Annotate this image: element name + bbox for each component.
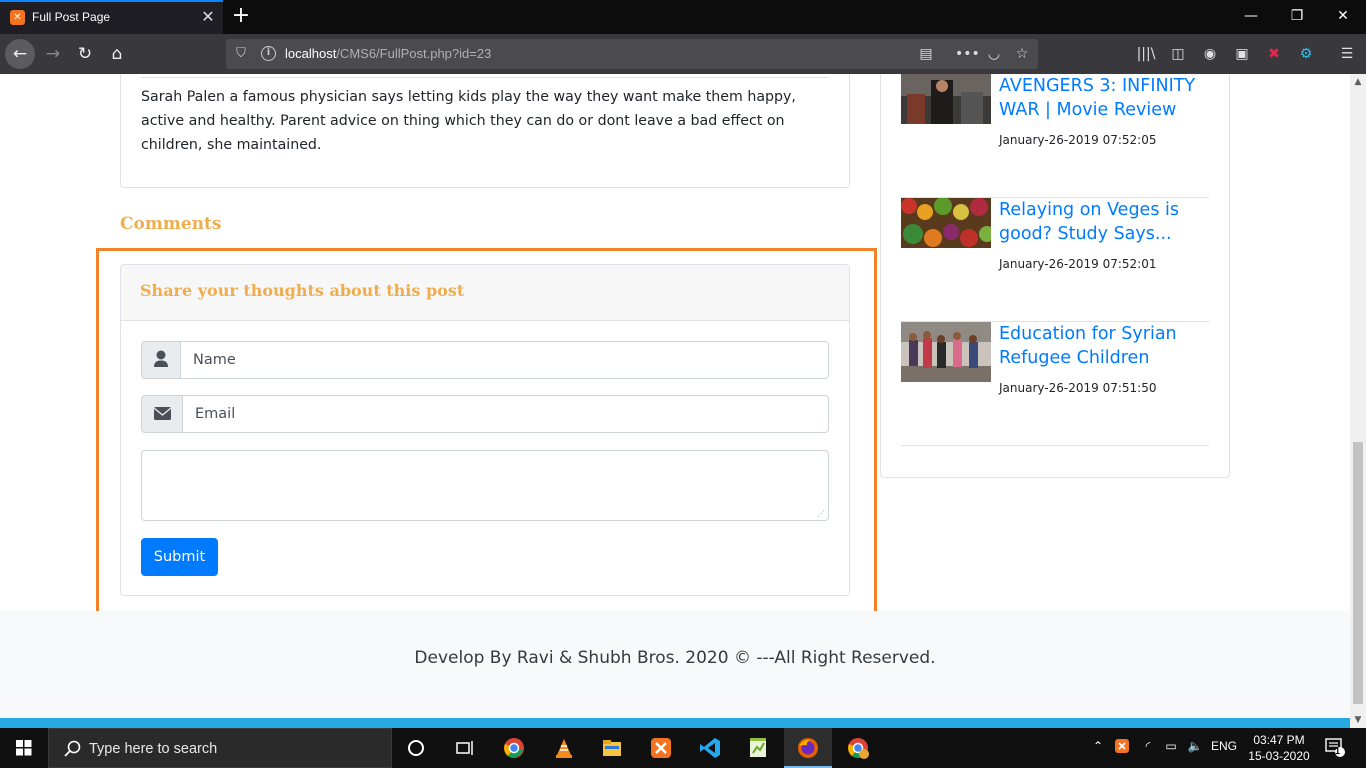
tray-xampp-icon[interactable] bbox=[1114, 739, 1130, 756]
extension-block-icon[interactable]: ✖ bbox=[1262, 44, 1286, 64]
scrollbar-thumb[interactable] bbox=[1353, 442, 1363, 704]
recent-post-item[interactable]: Education for Syrian Refugee Children Ja… bbox=[901, 322, 1209, 446]
refugee-children-thumbnail[interactable] bbox=[901, 322, 991, 382]
close-tab-icon[interactable]: ✕ bbox=[199, 7, 217, 27]
recent-post-title[interactable]: AVENGERS 3: INFINITY WAR | Movie Review bbox=[999, 74, 1209, 122]
vscode-icon[interactable] bbox=[686, 728, 734, 768]
back-arrow-icon[interactable]: ← bbox=[5, 39, 35, 69]
vegetables-thumbnail[interactable] bbox=[901, 198, 991, 248]
name-input-group bbox=[141, 341, 829, 379]
recent-post-date: January-26-2019 07:52:05 bbox=[999, 133, 1157, 147]
name-input[interactable] bbox=[180, 341, 829, 379]
windows-start-icon[interactable] bbox=[0, 728, 48, 768]
post-divider bbox=[141, 77, 829, 78]
menu-hamburger-icon[interactable]: ☰ bbox=[1335, 44, 1359, 64]
vlc-icon[interactable] bbox=[540, 728, 588, 768]
extension-camera-icon[interactable]: ▣ bbox=[1230, 44, 1254, 64]
tab-title: Full Post Page bbox=[32, 10, 111, 24]
comment-card-title: Share your thoughts about this post bbox=[140, 281, 465, 300]
wifi-icon[interactable]: ◜ bbox=[1139, 739, 1157, 753]
close-window-icon[interactable]: ✕ bbox=[1320, 0, 1366, 34]
chrome-icon[interactable] bbox=[490, 728, 538, 768]
notepad-plus-icon[interactable] bbox=[734, 728, 782, 768]
volume-icon[interactable]: 🔈 bbox=[1185, 739, 1205, 753]
footer-accent-bar bbox=[0, 718, 1350, 728]
file-explorer-icon[interactable] bbox=[588, 728, 636, 768]
new-tab-icon[interactable]: + bbox=[231, 3, 251, 29]
browser-toolbar: ← → ↻ ⌂ ⛉ i localhost/CMS6/FullPost.php?… bbox=[0, 34, 1366, 74]
comments-heading: Comments bbox=[120, 214, 222, 234]
language-indicator[interactable]: ENG bbox=[1209, 739, 1239, 753]
recent-post-item[interactable]: Relaying on Veges is good? Study Says...… bbox=[901, 198, 1209, 322]
post-card: Sarah Palen a famous physician says lett… bbox=[120, 74, 850, 188]
battery-icon[interactable]: ▭ bbox=[1161, 739, 1181, 753]
recent-post-title[interactable]: Education for Syrian Refugee Children bbox=[999, 322, 1209, 370]
account-icon[interactable]: ◉ bbox=[1198, 44, 1222, 64]
task-view-icon[interactable] bbox=[440, 728, 488, 768]
recent-post-date: January-26-2019 07:52:01 bbox=[999, 257, 1157, 271]
comment-textarea[interactable] bbox=[141, 450, 829, 521]
recent-posts-card: AVENGERS 3: INFINITY WAR | Movie Review … bbox=[880, 74, 1230, 478]
clock-date: 15-03-2020 bbox=[1248, 749, 1310, 763]
recent-post-item[interactable]: AVENGERS 3: INFINITY WAR | Movie Review … bbox=[901, 74, 1209, 198]
envelope-icon bbox=[141, 395, 183, 433]
scroll-up-arrow-icon[interactable]: ▲ bbox=[1350, 74, 1366, 90]
scroll-down-arrow-icon[interactable]: ▼ bbox=[1350, 712, 1366, 728]
page-actions-icon[interactable]: ••• bbox=[955, 44, 980, 64]
search-icon bbox=[64, 740, 81, 757]
address-bar[interactable]: ⛉ i localhost/CMS6/FullPost.php?id=23 ▤ … bbox=[226, 39, 1038, 69]
clock-time: 03:47 PM bbox=[1253, 733, 1305, 747]
taskbar-search-box[interactable]: Type here to search bbox=[48, 728, 392, 768]
pocket-icon[interactable]: ◡ bbox=[983, 44, 1005, 64]
tracking-shield-icon[interactable]: ⛉ bbox=[234, 45, 248, 63]
search-placeholder: Type here to search bbox=[89, 741, 218, 757]
email-input[interactable] bbox=[182, 395, 829, 433]
library-icon[interactable]: |||\ bbox=[1134, 44, 1158, 64]
sidebar-toggle-icon[interactable]: ◫ bbox=[1166, 44, 1190, 64]
taskbar-clock[interactable]: 03:47 PM 15-03-2020 bbox=[1244, 732, 1314, 764]
reload-icon[interactable]: ↻ bbox=[70, 39, 100, 69]
notification-count: 1 bbox=[1335, 746, 1341, 756]
tray-chevron-up-icon[interactable]: ⌃ bbox=[1090, 739, 1106, 753]
resize-grip-icon[interactable]: ⋰ bbox=[817, 509, 827, 519]
cortana-icon[interactable] bbox=[392, 728, 440, 768]
site-info-icon[interactable]: i bbox=[261, 46, 276, 61]
browser-tab-strip: ✕ Full Post Page ✕ + — ❐ ✕ bbox=[0, 0, 1366, 34]
home-icon[interactable]: ⌂ bbox=[102, 39, 132, 69]
chrome-profile-icon[interactable] bbox=[834, 728, 882, 768]
browser-tab[interactable]: ✕ Full Post Page ✕ bbox=[0, 0, 223, 34]
firefox-icon[interactable] bbox=[784, 728, 832, 768]
page-viewport: Sarah Palen a famous physician says lett… bbox=[0, 74, 1350, 728]
email-input-group bbox=[141, 395, 829, 433]
comment-card-header: Share your thoughts about this post bbox=[121, 265, 849, 321]
recent-post-title[interactable]: Relaying on Veges is good? Study Says... bbox=[999, 198, 1209, 246]
url-text[interactable]: localhost/CMS6/FullPost.php?id=23 bbox=[285, 46, 491, 61]
user-icon bbox=[141, 341, 181, 379]
comment-form-card: Share your thoughts about this post ⋰ bbox=[120, 264, 850, 596]
page-footer: Develop By Ravi & Shubh Bros. 2020 © ---… bbox=[0, 611, 1350, 719]
reader-view-icon[interactable]: ▤ bbox=[915, 44, 937, 64]
xampp-taskbar-icon[interactable] bbox=[637, 728, 685, 768]
page-scrollbar[interactable]: ▲ ▼ bbox=[1350, 74, 1366, 728]
recent-post-date: January-26-2019 07:51:50 bbox=[999, 381, 1157, 395]
avengers-thumbnail[interactable] bbox=[901, 74, 991, 124]
post-body: Sarah Palen a famous physician says lett… bbox=[141, 89, 796, 153]
forward-arrow-icon[interactable]: → bbox=[38, 39, 68, 69]
notification-center-icon[interactable]: 1 bbox=[1322, 736, 1348, 761]
minimize-icon[interactable]: — bbox=[1228, 0, 1274, 34]
restore-icon[interactable]: ❐ bbox=[1274, 0, 1320, 34]
extension-gear-icon[interactable]: ⚙ bbox=[1294, 44, 1318, 64]
bookmark-star-icon[interactable]: ☆ bbox=[1011, 44, 1033, 64]
xampp-icon: ✕ bbox=[10, 10, 25, 25]
windows-taskbar: Type here to search ⌃ ◜ ▭ 🔈 ENG 03:47 PM… bbox=[0, 728, 1366, 768]
footer-text: Develop By Ravi & Shubh Bros. 2020 © ---… bbox=[414, 648, 936, 668]
submit-button[interactable]: Submit bbox=[141, 538, 218, 576]
